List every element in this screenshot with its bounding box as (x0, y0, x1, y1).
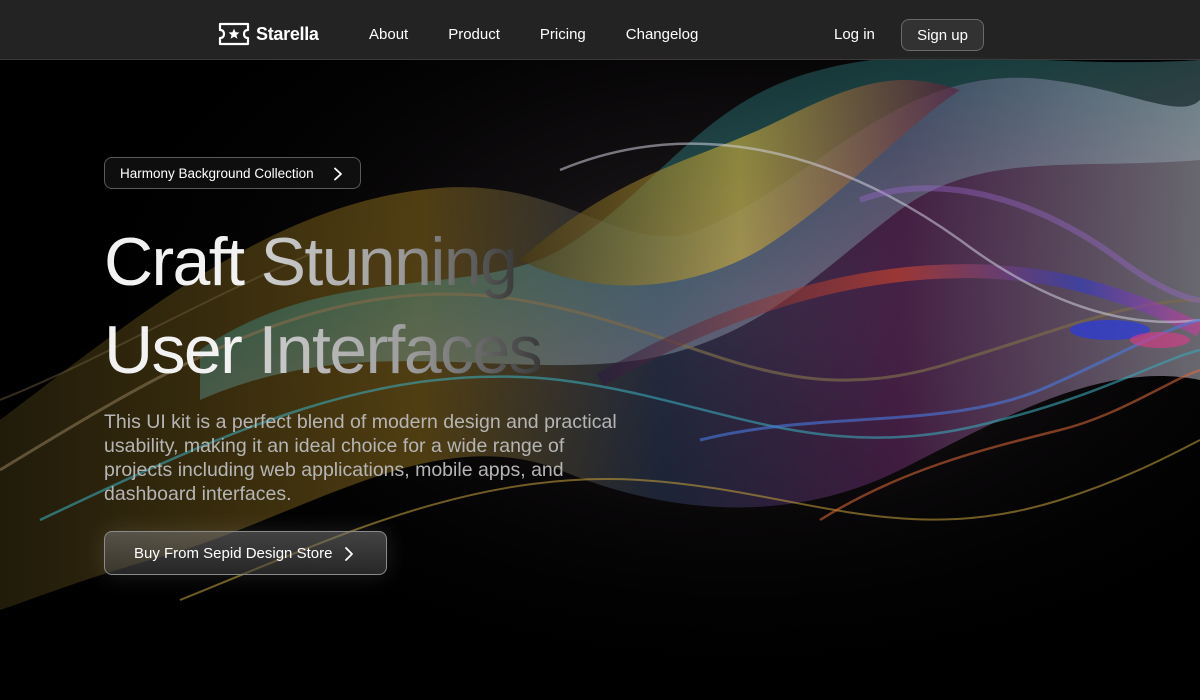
chevron-right-icon (334, 167, 342, 181)
headline-line-1: Craft Stunning (104, 218, 724, 306)
hero-headline: Craft Stunning User Interfaces (104, 218, 724, 394)
top-navbar: Starella About Product Pricing Changelog… (0, 0, 1200, 60)
chevron-right-icon (345, 547, 353, 561)
headline-word-craft: Craft (104, 224, 245, 300)
ticket-star-icon (218, 22, 250, 46)
nav-link-changelog[interactable]: Changelog (626, 26, 699, 44)
buy-store-button[interactable]: Buy From Sepid Design Store (104, 531, 387, 575)
headline-word-user: User (104, 312, 243, 388)
login-link[interactable]: Log in (834, 26, 875, 44)
headline-word-interfaces: Interfaces (258, 312, 542, 388)
nav-link-pricing[interactable]: Pricing (540, 26, 586, 44)
signup-button[interactable]: Sign up (901, 19, 984, 51)
nav-link-about[interactable]: About (369, 26, 408, 44)
nav-link-product[interactable]: Product (448, 26, 500, 44)
headline-word-stunning: Stunning (260, 224, 518, 300)
hero-section: Harmony Background Collection Craft Stun… (0, 0, 1200, 700)
brand-name: Starella (256, 23, 319, 44)
hero-description: This UI kit is a perfect blend of modern… (104, 411, 617, 505)
main-nav: About Product Pricing Changelog (369, 26, 738, 44)
pill-label: Harmony Background Collection (120, 165, 314, 181)
headline-line-2: User Interfaces (104, 306, 724, 394)
brand-logo[interactable]: Starella (218, 21, 319, 47)
collection-announcement-pill[interactable]: Harmony Background Collection (104, 157, 361, 189)
cta-label: Buy From Sepid Design Store (134, 544, 333, 562)
